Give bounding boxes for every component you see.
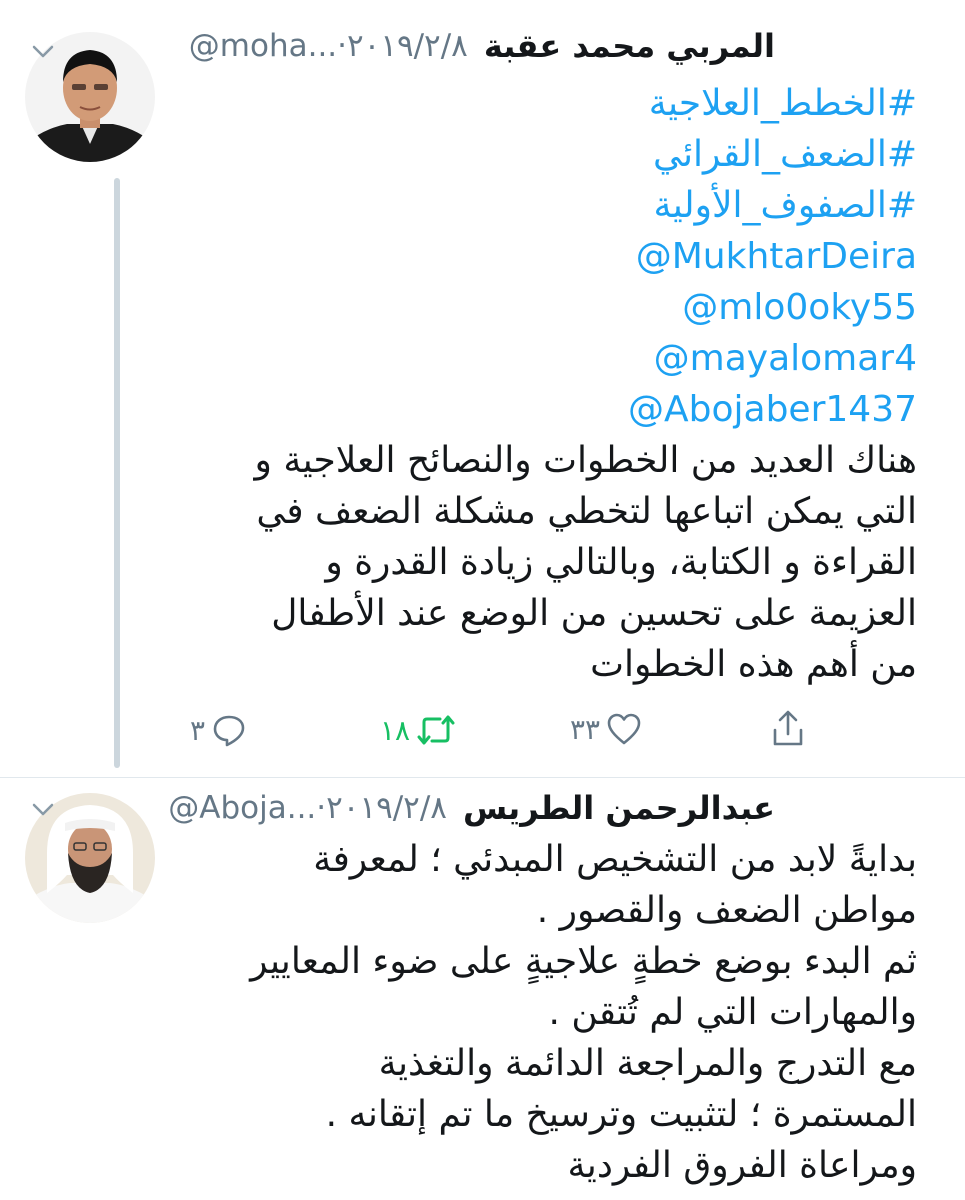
tweet-text-line: المستمرة ؛ لتثبيت وترسيخ ما تم إتقانه . [325, 1094, 917, 1135]
hashtag-link[interactable]: #الخطط_العلاجية [190, 78, 917, 129]
tweet-text-line: التي يمكن اتباعها لتخطي مشكلة الضعف في [256, 491, 917, 532]
like-button[interactable]: ٣٣ [570, 712, 642, 746]
reply-icon [211, 712, 247, 748]
chevron-down-icon[interactable] [30, 796, 56, 822]
chevron-down-icon[interactable] [30, 38, 56, 64]
tweet-text-line: مواطن الضعف والقصور . [536, 890, 917, 931]
tweet-text-line: من أهم هذه الخطوات [590, 644, 917, 685]
author-name[interactable]: عبدالرحمن الطريس [463, 789, 775, 827]
reply-count: ٣ [190, 713, 206, 747]
hashtag-link[interactable]: #الضعف_القرائي [190, 129, 917, 180]
tweet-date[interactable]: ٢٠١٩/٢/٨ [326, 790, 447, 826]
tweet-text-line: ثم البدء بوضع خطةٍ علاجيةٍ على ضوء المعا… [250, 941, 917, 982]
mention-link[interactable]: @mayalomar4 [654, 338, 917, 379]
mention-link[interactable]: @mlo0oky55 [682, 287, 917, 328]
tweet-header: المربي محمد عقبة @moha...·٢٠١٩/٢/٨ [0, 22, 775, 70]
tweet-text: بدايةً لابد من التشخيص المبدئي ؛ لمعرفة … [190, 834, 917, 1191]
tweet-1[interactable]: المربي محمد عقبة @moha...·٢٠١٩/٢/٨ #الخط… [0, 0, 965, 778]
mention-link[interactable]: @MukhtarDeira [636, 236, 917, 277]
like-count: ٣٣ [570, 712, 601, 746]
retweet-icon [416, 712, 456, 748]
share-icon [770, 710, 806, 748]
retweet-count: ١٨ [380, 713, 411, 747]
tweet-date[interactable]: ٢٠١٩/٢/٨ [347, 28, 468, 64]
tweet-text-line: مع التدرج والمراجعة الدائمة والتغذية [378, 1043, 917, 1084]
tweet-text-line: القراءة و الكتابة، وبالتالي زيادة القدرة… [325, 542, 917, 583]
tweet-text: #الخطط_العلاجية #الضعف_القرائي #الصفوف_ا… [190, 78, 917, 690]
tweet-header: عبدالرحمن الطريس @Aboja...·٢٠١٩/٢/٨ [0, 784, 775, 832]
author-handle[interactable]: @Aboja... [168, 790, 316, 826]
share-button[interactable] [770, 710, 806, 748]
tweet-text-line: هناك العديد من الخطوات والنصائح العلاجية… [254, 440, 917, 481]
retweet-button[interactable]: ١٨ [380, 712, 456, 748]
tweet-text-line: العزيمة على تحسين من الوضع عند الأطفال [271, 593, 917, 634]
tweet-text-line: ومراعاة الفروق الفردية [567, 1145, 918, 1186]
tweet-text-line: والمهارات التي لم تُتقن . [548, 992, 918, 1033]
reply-button[interactable]: ٣ [190, 712, 247, 748]
handle-and-date: @Aboja...·٢٠١٩/٢/٨ [168, 790, 447, 826]
thread-connector [114, 178, 120, 768]
author-handle[interactable]: @moha... [189, 28, 337, 64]
hashtag-link[interactable]: #الصفوف_الأولية [190, 180, 917, 231]
tweet-2[interactable]: عبدالرحمن الطريس @Aboja...·٢٠١٩/٢/٨ بداي… [0, 778, 965, 1200]
tweet-text-line: بدايةً لابد من التشخيص المبدئي ؛ لمعرفة [313, 839, 917, 880]
author-name[interactable]: المربي محمد عقبة [484, 27, 775, 65]
handle-and-date: @moha...·٢٠١٩/٢/٨ [188, 28, 468, 64]
tweet-actions: ٣ ١٨ ٣٣ [0, 706, 965, 756]
mention-link[interactable]: @Abojaber1437 [628, 389, 917, 430]
heart-icon [606, 712, 642, 746]
